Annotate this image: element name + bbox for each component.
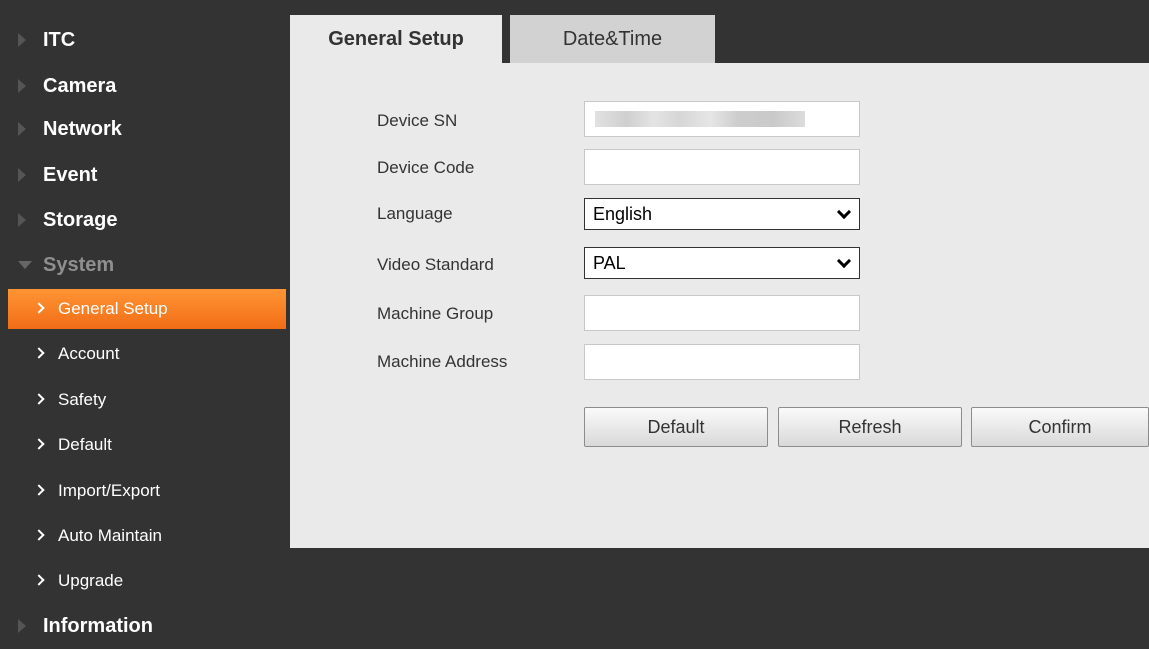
nav-label: Network [43,117,122,140]
device-code-label: Device Code [377,158,475,177]
tab-date-time[interactable]: Date&Time [510,15,715,63]
language-label: Language [377,204,453,223]
device-sn-label: Device SN [377,111,458,130]
collapsed-triangle-icon [18,122,26,136]
confirm-button[interactable]: Confirm [971,407,1149,447]
nav-storage[interactable]: Storage [0,197,290,243]
video-standard-value: PAL [593,252,626,273]
expanded-triangle-icon [18,261,32,269]
nav-label: System [43,253,115,276]
nav-information[interactable]: Information [0,603,290,649]
language-value: English [593,203,653,224]
redacted-serial [595,111,805,127]
nav-label: Storage [43,208,118,231]
chevron-down-icon [836,204,852,220]
content-panel: General Setup Date&Time Device SN Device… [290,15,1149,548]
nav-label: Camera [43,74,117,97]
chevron-right-icon [33,393,45,405]
sidebar-item-label: Auto Maintain [58,526,162,545]
nav-system[interactable]: System [0,242,290,288]
chevron-down-icon [836,253,852,269]
refresh-button[interactable]: Refresh [778,407,962,447]
chevron-right-icon [33,574,45,586]
collapsed-triangle-icon [18,168,26,182]
tab-bar: General Setup Date&Time [290,15,1149,63]
sidebar-item-default[interactable]: Default [8,425,286,465]
chevron-right-icon [33,529,45,541]
chevron-right-icon [33,438,45,450]
language-select[interactable]: English [584,198,860,230]
nav-label: Information [43,614,153,637]
machine-address-field[interactable] [584,344,860,380]
sidebar-item-upgrade[interactable]: Upgrade [8,561,286,601]
chevron-right-icon [33,302,45,314]
tab-general-setup[interactable]: General Setup [290,15,502,63]
sidebar-item-label: Default [58,435,112,454]
collapsed-triangle-icon [18,213,26,227]
nav-network[interactable]: Network [0,106,290,152]
nav-itc[interactable]: ITC [0,17,290,63]
sidebar-item-label: Account [58,344,120,363]
sidebar-item-account[interactable]: Account [8,334,286,374]
chevron-right-icon [33,484,45,496]
collapsed-triangle-icon [18,79,26,93]
nav-event[interactable]: Event [0,152,290,198]
collapsed-triangle-icon [18,33,26,47]
default-button[interactable]: Default [584,407,768,447]
sidebar-item-safety[interactable]: Safety [8,380,286,420]
sidebar-item-auto-maintain[interactable]: Auto Maintain [8,516,286,556]
nav-camera[interactable]: Camera [0,63,290,109]
chevron-right-icon [33,347,45,359]
sidebar-item-label: Safety [58,390,107,409]
sidebar-item-label: Upgrade [58,571,124,590]
collapsed-triangle-icon [18,619,26,633]
sidebar-item-import-export[interactable]: Import/Export [8,471,286,511]
video-standard-label: Video Standard [377,255,494,274]
sidebar-item-label: Import/Export [58,481,161,500]
device-code-field[interactable] [584,149,860,185]
sidebar-item-label: General Setup [58,299,168,318]
nav-label: Event [43,163,98,186]
sidebar-item-general-setup[interactable]: General Setup [8,289,286,329]
device-sn-field[interactable] [584,101,860,137]
machine-address-label: Machine Address [377,352,508,371]
video-standard-select[interactable]: PAL [584,247,860,279]
sidebar: ITC Camera Network Event Storage System … [0,0,290,639]
machine-group-field[interactable] [584,295,860,331]
nav-label: ITC [43,28,76,51]
machine-group-label: Machine Group [377,304,494,323]
